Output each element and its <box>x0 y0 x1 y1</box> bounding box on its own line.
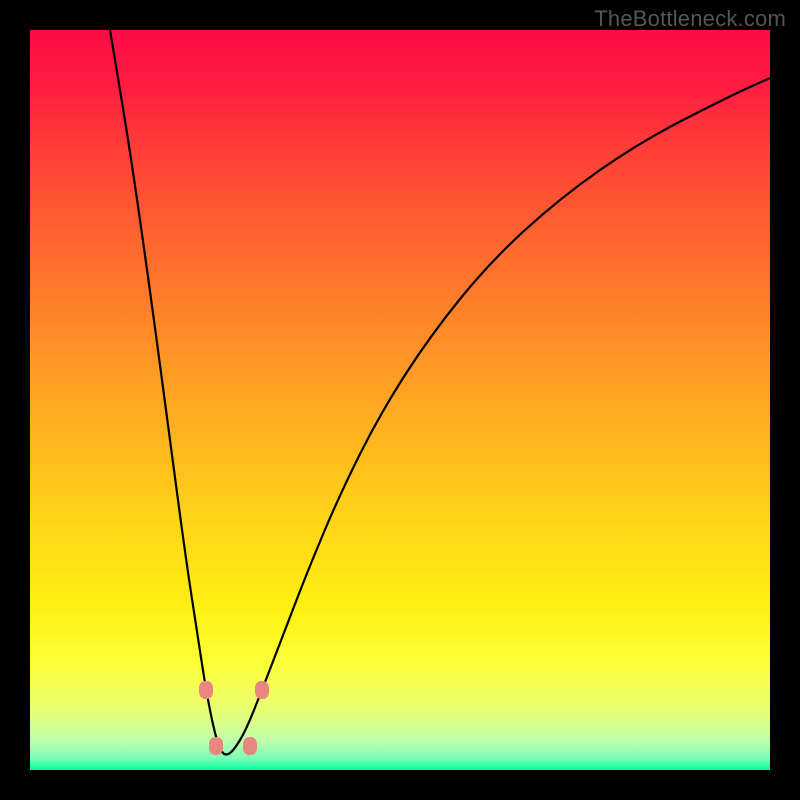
curve-marker <box>243 737 257 755</box>
bottleneck-curve <box>30 30 770 770</box>
chart-frame <box>30 30 770 770</box>
curve-marker <box>209 737 223 755</box>
watermark-text: TheBottleneck.com <box>594 6 786 32</box>
curve-marker <box>199 681 213 699</box>
curve-marker <box>255 681 269 699</box>
